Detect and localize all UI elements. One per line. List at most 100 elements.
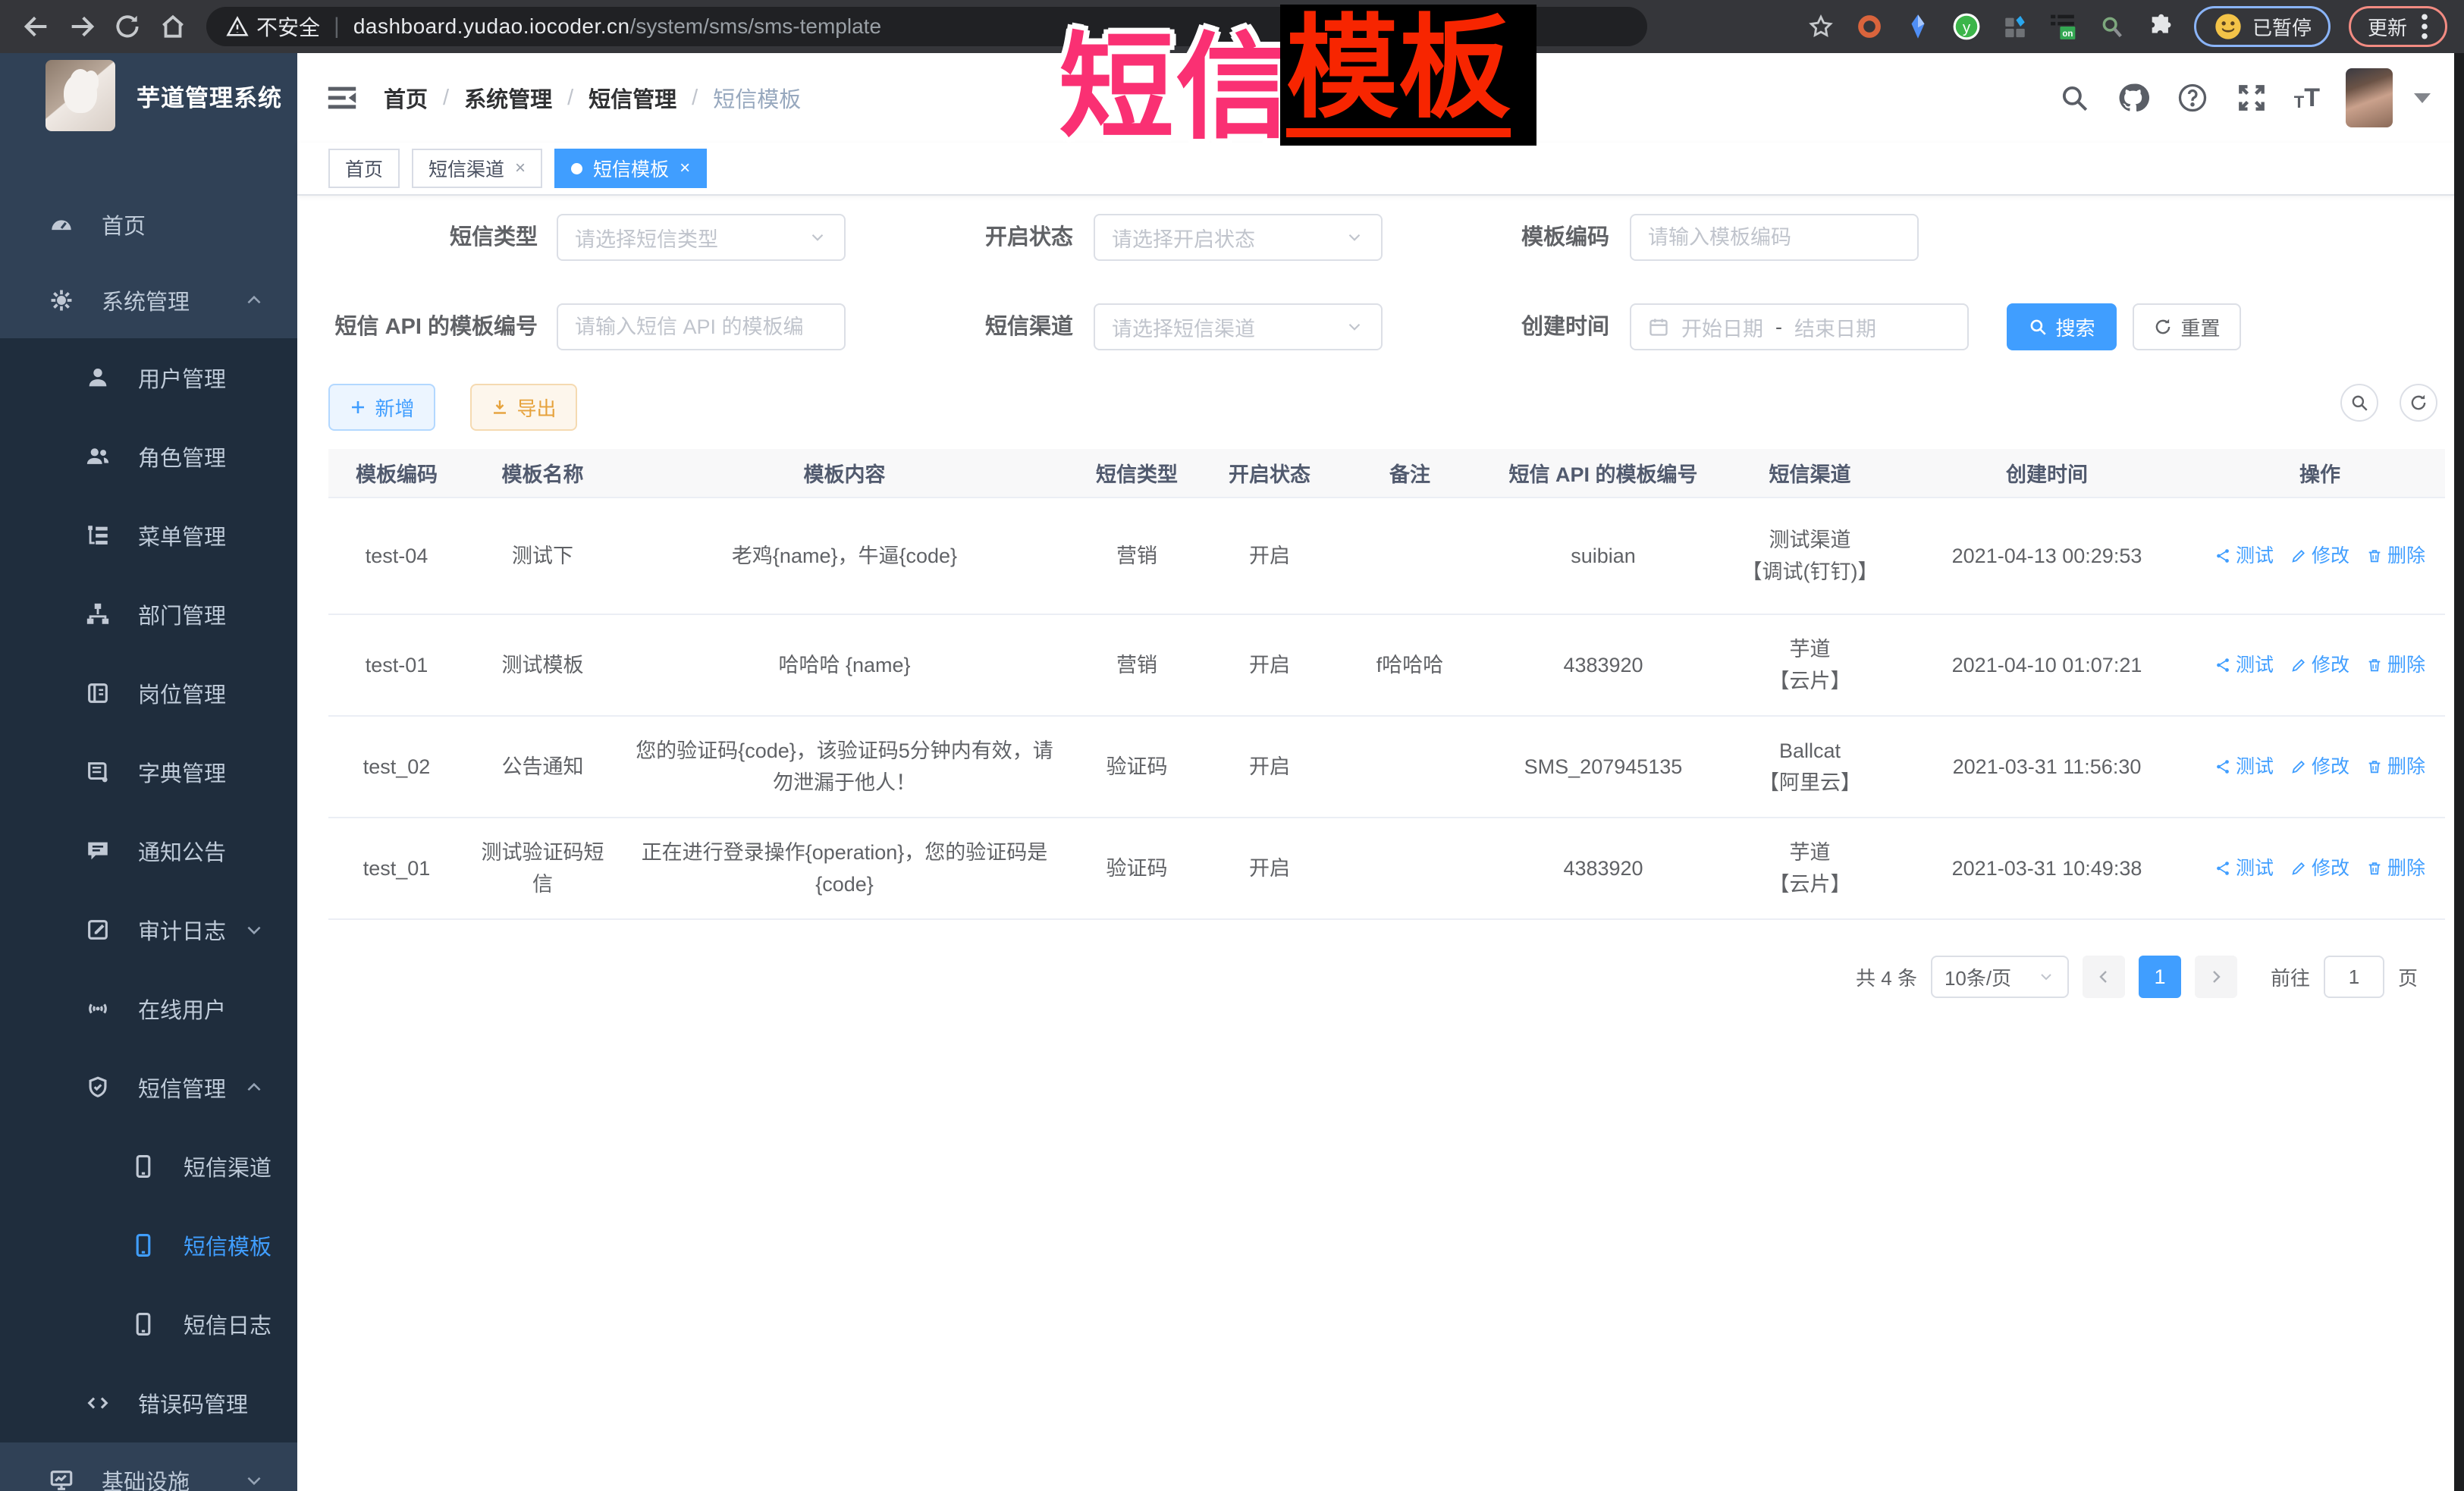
browser-update-button[interactable]: 更新	[2349, 6, 2447, 47]
extension-orange-ring-icon[interactable]	[1854, 11, 1885, 42]
cell-code: test-04	[328, 498, 465, 614]
test-link[interactable]: 测试	[2214, 649, 2274, 681]
cell-content: 哈哈哈 {name}	[620, 614, 1069, 716]
browser-home-icon[interactable]	[153, 7, 193, 46]
delete-link[interactable]: 删除	[2366, 751, 2425, 783]
extension-tasklist-on-icon[interactable]: on	[2048, 11, 2079, 42]
cell-api-id: 4383920	[1486, 818, 1721, 919]
goto-page-input[interactable]	[2324, 956, 2384, 998]
tag-sms-channel[interactable]: 短信渠道 ×	[412, 149, 542, 188]
extension-grid-icon[interactable]	[2000, 11, 2030, 42]
delete-link[interactable]: 删除	[2366, 540, 2425, 572]
tag-sms-template[interactable]: 短信模板 ×	[554, 149, 707, 188]
next-page-button[interactable]	[2195, 956, 2237, 998]
browser-back-icon[interactable]	[17, 7, 56, 46]
extension-blue-pin-icon[interactable]	[1903, 11, 1933, 42]
reset-button[interactable]: 重置	[2133, 303, 2241, 350]
status-select[interactable]: 请选择开启状态	[1094, 214, 1383, 261]
channel-select[interactable]: 请选择短信渠道	[1094, 303, 1383, 350]
edit-link[interactable]: 修改	[2290, 540, 2349, 572]
sidebar-item-label: 在线用户	[138, 993, 226, 1025]
create-time-label: 创建时间	[1369, 303, 1609, 350]
cell-content: 老鸡{name}，牛逼{code}	[620, 498, 1069, 614]
sidebar-item-menu-mgmt[interactable]: 菜单管理	[0, 496, 297, 575]
breadcrumb-system[interactable]: 系统管理	[464, 82, 552, 114]
extensions-puzzle-icon[interactable]	[2145, 11, 2176, 42]
sidebar-item-role-mgmt[interactable]: 角色管理	[0, 417, 297, 496]
sidebar-item-sms-log[interactable]: 短信日志	[0, 1285, 297, 1364]
sidebar-item-online-users[interactable]: 在线用户	[0, 969, 297, 1048]
bookmark-star-icon[interactable]	[1806, 11, 1836, 42]
extension-magnifier-icon[interactable]	[2097, 11, 2127, 42]
refresh-table-button[interactable]	[2400, 384, 2437, 422]
edit-link[interactable]: 修改	[2290, 852, 2349, 884]
app-logo-row[interactable]: 芋道管理系统	[0, 53, 297, 138]
test-link[interactable]: 测试	[2214, 751, 2274, 783]
sidebar-item-infrastructure[interactable]: 基础设施	[0, 1442, 297, 1491]
page-number-button[interactable]: 1	[2139, 956, 2181, 998]
sidebar-item-sms-template[interactable]: 短信模板	[0, 1206, 297, 1285]
sidebar-item-post-mgmt[interactable]: 岗位管理	[0, 654, 297, 733]
sidebar: 芋道管理系统 首页 系统管理	[0, 53, 297, 1491]
sidebar-item-label: 首页	[102, 209, 146, 240]
show-search-toggle-button[interactable]	[2340, 384, 2378, 422]
tag-label: 首页	[345, 155, 383, 182]
add-button[interactable]: 新增	[328, 384, 435, 431]
breadcrumb-home[interactable]: 首页	[384, 82, 428, 114]
breadcrumb-sms[interactable]: 短信管理	[589, 82, 676, 114]
sidebar-item-label: 短信管理	[138, 1072, 226, 1103]
col-header-code: 模板编码	[328, 449, 465, 498]
help-icon[interactable]	[2176, 81, 2209, 115]
font-size-icon[interactable]: TT	[2294, 85, 2320, 111]
close-icon[interactable]: ×	[680, 158, 690, 179]
sidebar-item-home[interactable]: 首页	[0, 187, 297, 262]
search-button[interactable]: 搜索	[2007, 303, 2117, 350]
browser-reload-icon[interactable]	[108, 7, 147, 46]
tag-home[interactable]: 首页	[328, 149, 400, 188]
user-menu-caret-icon[interactable]	[2414, 93, 2431, 103]
test-link[interactable]: 测试	[2214, 852, 2274, 884]
sms-type-select[interactable]: 请选择短信类型	[557, 214, 846, 261]
col-header-remark: 备注	[1334, 449, 1486, 498]
api-template-id-input[interactable]	[575, 315, 827, 339]
export-button[interactable]: 导出	[470, 384, 577, 431]
github-icon[interactable]	[2117, 81, 2150, 115]
not-secure-warning[interactable]: 不安全	[226, 11, 320, 42]
date-end-placeholder: 结束日期	[1794, 312, 1876, 342]
edit-link[interactable]: 修改	[2290, 649, 2349, 681]
sidebar-item-dept-mgmt[interactable]: 部门管理	[0, 575, 297, 654]
cell-status: 开启	[1205, 716, 1334, 818]
close-icon[interactable]: ×	[515, 158, 526, 179]
tag-label: 短信模板	[593, 155, 669, 182]
template-code-input[interactable]	[1648, 226, 1901, 250]
sidebar-item-label: 审计日志	[138, 914, 226, 946]
prev-page-button[interactable]	[2083, 956, 2125, 998]
fullscreen-icon[interactable]	[2235, 81, 2268, 115]
table-row: test_01 测试验证码短信 正在进行登录操作{operation}，您的验证…	[328, 818, 2445, 919]
user-avatar[interactable]	[2346, 68, 2393, 127]
profile-paused-pill[interactable]: 已暂停	[2194, 6, 2331, 47]
browser-forward-icon[interactable]	[62, 7, 102, 46]
page-size-select[interactable]: 10条/页	[1931, 956, 2069, 998]
sidebar-item-sms-mgmt[interactable]: 短信管理	[0, 1048, 297, 1127]
cell-actions: 测试 修改 删除	[2195, 818, 2445, 919]
address-bar[interactable]: 不安全 | dashboard.yudao.iocoder.cn/system/…	[206, 7, 1647, 46]
edit-link[interactable]: 修改	[2290, 751, 2349, 783]
create-time-range-picker[interactable]: 开始日期 - 结束日期	[1630, 303, 1969, 350]
sidebar-item-system[interactable]: 系统管理	[0, 262, 297, 338]
extension-green-y-icon[interactable]: y	[1951, 11, 1982, 42]
sidebar-collapse-icon[interactable]	[325, 80, 361, 116]
tag-label: 短信渠道	[428, 155, 504, 182]
sidebar-item-user-mgmt[interactable]: 用户管理	[0, 338, 297, 417]
delete-link[interactable]: 删除	[2366, 649, 2425, 681]
sidebar-item-dict-mgmt[interactable]: 字典管理	[0, 733, 297, 811]
sidebar-item-sms-channel[interactable]: 短信渠道	[0, 1127, 297, 1206]
api-template-id-input-box	[557, 303, 846, 350]
sidebar-item-notice[interactable]: 通知公告	[0, 811, 297, 890]
header-search-icon[interactable]	[2058, 81, 2091, 115]
sidebar-item-error-code[interactable]: 错误码管理	[0, 1364, 297, 1442]
sidebar-item-audit-log[interactable]: 审计日志	[0, 890, 297, 969]
browser-extensions-area: y on 已暂停 更新	[1661, 6, 2447, 47]
test-link[interactable]: 测试	[2214, 540, 2274, 572]
delete-link[interactable]: 删除	[2366, 852, 2425, 884]
